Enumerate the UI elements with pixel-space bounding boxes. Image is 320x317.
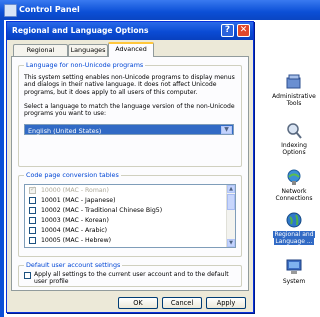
cp-item-label: Indexing	[281, 142, 307, 149]
regional-language-icon	[286, 212, 302, 228]
apply-all-label: Apply all settings to the current user a…	[34, 271, 239, 286]
control-panel-icon	[4, 4, 17, 17]
code-page-checkbox[interactable]	[29, 227, 36, 234]
tab-advanced[interactable]: Advanced	[108, 42, 154, 57]
non-unicode-group: Language for non-Unicode programs This s…	[18, 61, 242, 167]
non-unicode-instruction: Select a language to match the language …	[24, 103, 235, 118]
indexing-options-icon	[287, 123, 302, 139]
scroll-up-icon[interactable]: ▲	[227, 185, 235, 193]
code-page-checkbox[interactable]	[29, 185, 36, 194]
non-unicode-legend: Language for non-Unicode programs	[24, 61, 146, 69]
chevron-down-icon[interactable]: ▼	[221, 126, 232, 134]
cp-item-label: System	[282, 278, 306, 285]
list-item-label: 10003 (MAC - Korean)	[41, 217, 109, 224]
tab-regional-options[interactable]: Regional Options	[13, 44, 68, 65]
cp-item-label: Options	[282, 149, 306, 156]
control-panel-title: Control Panel	[19, 5, 80, 14]
code-page-legend: Code page conversion tables	[24, 171, 121, 179]
list-scrollbar[interactable]: ▲ ▼	[226, 185, 235, 247]
dialog-titlebar[interactable]: Regional and Language Options ? ✕	[7, 22, 253, 40]
ok-button[interactable]: OK	[118, 297, 158, 309]
administrative-tools-icon	[286, 74, 301, 89]
system-icon	[286, 259, 302, 274]
close-button[interactable]: ✕	[237, 24, 250, 37]
code-page-group: Code page conversion tables 10000 (MAC -…	[18, 171, 242, 257]
control-panel-titlebar[interactable]: Control Panel	[0, 0, 320, 20]
list-item-label: 10005 (MAC - Hebrew)	[41, 237, 112, 244]
apply-all-checkbox[interactable]	[24, 272, 31, 279]
cp-item-label: Tools	[286, 100, 302, 107]
non-unicode-description: This system setting enables non-Unicode …	[24, 74, 235, 96]
code-page-checkbox[interactable]	[29, 217, 36, 224]
code-page-list[interactable]: 10000 (MAC - Roman) 10001 (MAC - Japanes…	[24, 184, 236, 248]
tab-label: Advanced	[115, 45, 147, 53]
apply-all-label-line: user profile	[34, 278, 69, 286]
language-select[interactable]: English (United States) ▼	[24, 124, 234, 135]
default-user-group: Default user account settings Apply all …	[18, 261, 242, 287]
tab-languages[interactable]: Languages	[68, 44, 108, 56]
cp-item-system[interactable]: System	[270, 258, 318, 285]
regional-language-dialog: Regional and Language Options ? ✕ Region…	[6, 21, 254, 313]
tab-label: Languages	[70, 46, 106, 54]
language-select-value: English (United States)	[28, 127, 102, 135]
network-connections-icon	[287, 169, 301, 185]
cp-item-label: Language ...	[274, 238, 314, 245]
list-item-label: 10001 (MAC - Japanese)	[41, 197, 116, 204]
apply-all-label-line: Apply all settings to the current user a…	[34, 271, 229, 278]
list-item-label: 10000 (MAC - Roman)	[41, 187, 109, 194]
code-page-checkbox[interactable]	[29, 197, 36, 204]
default-user-legend: Default user account settings	[24, 261, 123, 269]
help-button[interactable]: ?	[221, 24, 234, 37]
cp-item-label: Connections	[275, 195, 313, 202]
cp-item-label: Network	[281, 188, 307, 195]
dialog-title: Regional and Language Options	[12, 26, 149, 35]
scroll-thumb[interactable]	[227, 194, 235, 210]
list-item-label: 10004 (MAC - Arabic)	[41, 227, 108, 234]
cp-item-network-connections[interactable]: Network Connections	[270, 168, 318, 202]
cp-item-regional-language[interactable]: Regional and Language ...	[270, 211, 318, 245]
cp-item-administrative-tools[interactable]: Administrative Tools	[270, 73, 318, 107]
scroll-down-icon[interactable]: ▼	[227, 239, 235, 247]
advanced-tab-panel: Language for non-Unicode programs This s…	[11, 56, 249, 291]
list-item-label: 10002 (MAC - Traditional Chinese Big5)	[41, 207, 163, 214]
cp-item-indexing-options[interactable]: Indexing Options	[270, 122, 318, 156]
cp-item-label: Administrative	[272, 93, 316, 100]
code-page-checkbox[interactable]	[29, 237, 36, 244]
cp-item-label: Regional and	[273, 231, 315, 238]
cancel-button[interactable]: Cancel	[162, 297, 202, 309]
apply-button[interactable]: Apply	[206, 297, 246, 309]
code-page-checkbox[interactable]	[29, 207, 36, 214]
